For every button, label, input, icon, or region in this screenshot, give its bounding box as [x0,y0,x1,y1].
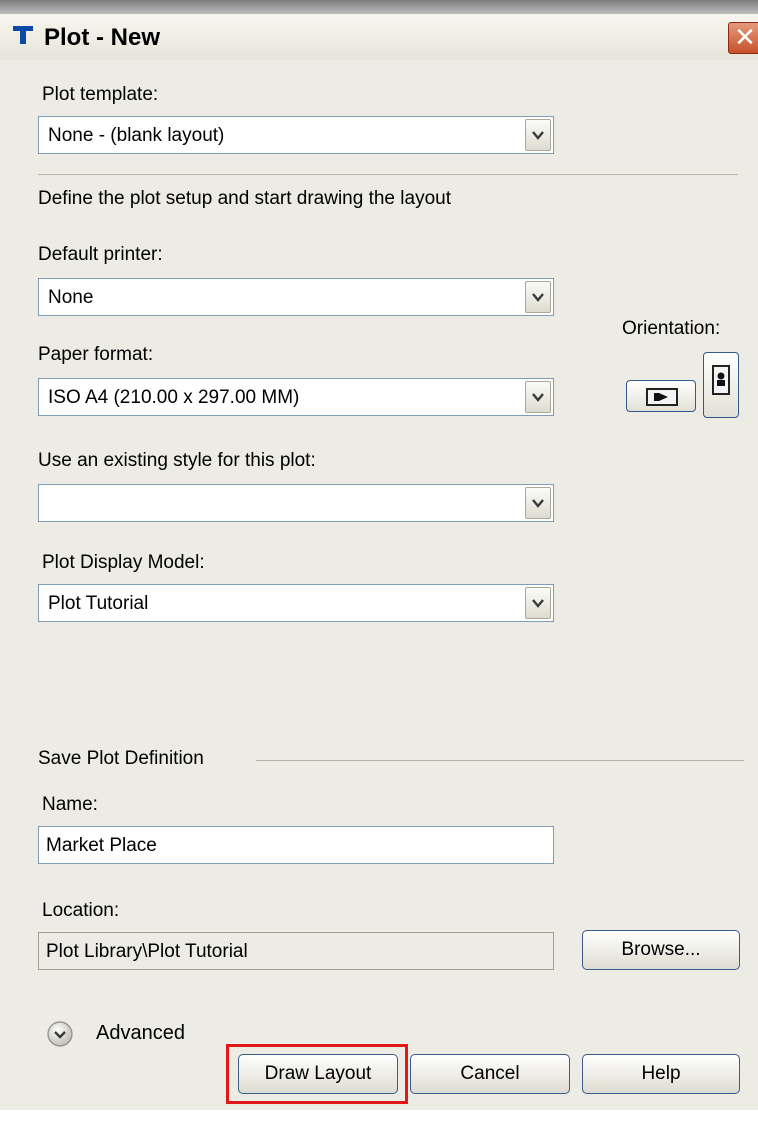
portrait-button[interactable] [703,352,739,418]
advanced-label[interactable]: Advanced [96,1022,185,1045]
display-model-value: Plot Tutorial [48,593,149,614]
paper-format-dropdown[interactable]: ISO A4 (210.00 x 297.00 MM) [38,378,554,416]
cancel-button[interactable]: Cancel [410,1054,570,1094]
window-title: Plot - New [44,24,161,51]
landscape-icon [646,388,678,406]
location-label: Location: [42,900,120,921]
chevron-down-icon[interactable] [525,381,551,413]
name-label: Name: [42,794,98,815]
default-printer-dropdown[interactable]: None [38,278,554,316]
plot-template-dropdown[interactable]: None - (blank layout) [38,116,554,154]
define-section-heading: Define the plot setup and start drawing … [38,188,451,209]
chevron-down-icon[interactable] [525,487,551,519]
separator [38,174,738,175]
default-printer-label: Default printer: [38,244,163,265]
browse-button[interactable]: Browse... [582,930,740,970]
existing-style-dropdown[interactable] [38,484,554,522]
default-printer-value: None [48,287,94,308]
orientation-label: Orientation: [622,318,721,339]
portrait-icon [712,365,730,395]
location-value: Plot Library\Plot Tutorial [46,941,248,962]
background-window-strip [0,0,758,14]
existing-style-label: Use an existing style for this plot: [38,450,316,471]
plot-template-label: Plot template: [42,84,159,105]
chevron-down-icon[interactable] [525,119,551,151]
separator [256,760,744,761]
display-model-dropdown[interactable]: Plot Tutorial [38,584,554,622]
app-t-icon [12,24,34,46]
name-input[interactable]: Market Place [38,826,554,864]
name-input-value: Market Place [46,835,157,856]
display-model-label: Plot Display Model: [42,552,205,573]
landscape-button[interactable] [626,380,696,412]
red-highlight-frame [226,1044,408,1104]
close-icon: ✕ [734,23,756,53]
help-button[interactable]: Help [582,1054,740,1094]
chevron-down-circle-icon [47,1021,73,1047]
chevron-down-icon[interactable] [525,587,551,619]
close-button[interactable]: ✕ [728,22,758,54]
save-section-heading: Save Plot Definition [38,748,204,769]
location-field: Plot Library\Plot Tutorial [38,932,554,970]
paper-format-label: Paper format: [38,344,154,365]
expand-advanced-button[interactable] [46,1020,74,1048]
plot-template-value: None - (blank layout) [48,125,225,146]
paper-format-value: ISO A4 (210.00 x 297.00 MM) [48,387,300,408]
chevron-down-icon[interactable] [525,281,551,313]
